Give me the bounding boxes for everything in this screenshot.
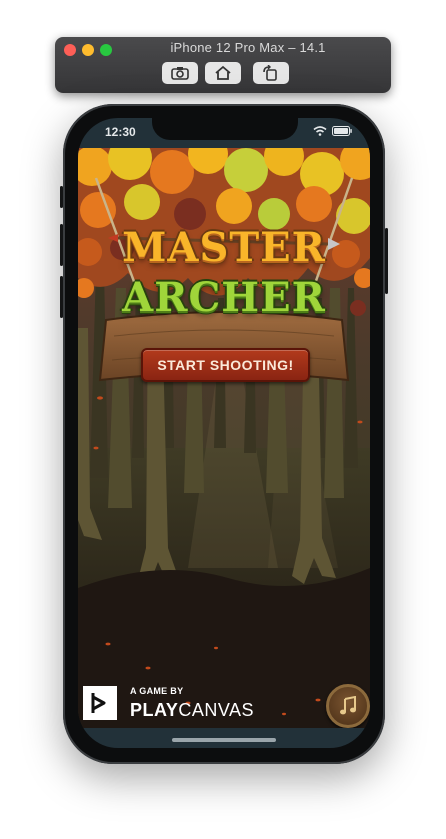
game-canvas[interactable]: MASTER ARCHER START SHOOTING! A GAME BY …	[78, 148, 370, 728]
mute-switch	[60, 186, 63, 208]
title-master: MASTER	[122, 224, 326, 271]
title-archer: ARCHER	[122, 274, 326, 321]
rotate-icon	[263, 65, 277, 81]
status-time: 12:30	[105, 125, 136, 139]
simulator-titlebar: iPhone 12 Pro Max – 14.1	[55, 37, 391, 93]
music-toggle-button[interactable]	[326, 684, 370, 728]
simulator-title: iPhone 12 Pro Max – 14.1	[170, 40, 326, 55]
device-screen: 12:30 MASTER ARCHER START SHOOTING! A GA…	[78, 118, 370, 748]
volume-down-button	[60, 276, 63, 318]
playcanvas-icon	[91, 693, 106, 713]
status-icons	[313, 126, 352, 136]
side-button	[385, 228, 388, 294]
notch	[152, 118, 298, 140]
volume-up-button	[60, 224, 63, 266]
home-icon	[215, 65, 231, 80]
battery-icon	[332, 126, 352, 136]
wifi-icon	[313, 126, 327, 136]
zoom-window-button[interactable]	[100, 44, 112, 56]
credit-brand[interactable]: PLAYCANVAS	[130, 700, 254, 721]
home-button[interactable]	[205, 62, 241, 84]
home-indicator[interactable]	[172, 738, 276, 742]
minimize-window-button[interactable]	[82, 44, 94, 56]
camera-icon	[171, 67, 189, 80]
start-shooting-button[interactable]: START SHOOTING!	[141, 348, 310, 382]
playcanvas-logo[interactable]	[83, 686, 117, 720]
credit-byline: A GAME BY	[130, 686, 184, 696]
credit-brand-bold: PLAY	[130, 700, 179, 720]
credit-brand-light: CANVAS	[178, 700, 255, 720]
rotate-button[interactable]	[253, 62, 289, 84]
music-note-icon	[340, 696, 356, 715]
screenshot-button[interactable]	[162, 62, 198, 84]
close-window-button[interactable]	[64, 44, 76, 56]
